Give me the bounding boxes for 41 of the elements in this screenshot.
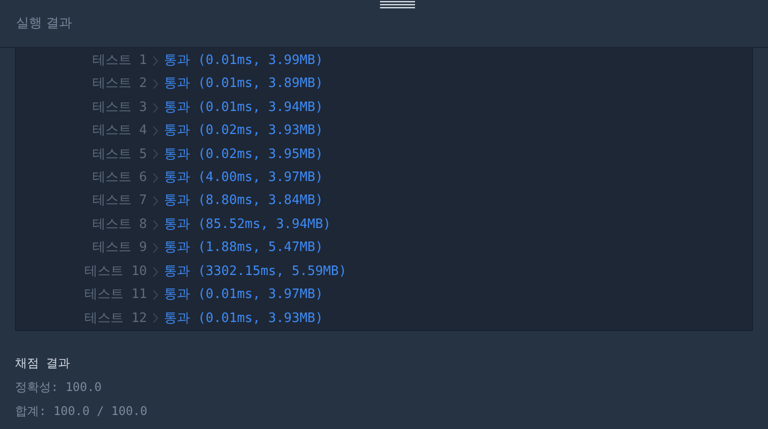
test-result: 통과 (85.52ms, 3.94MB) [164, 216, 331, 234]
test-result: 통과 (8.80ms, 3.84MB) [164, 192, 324, 210]
chevron-icon [153, 126, 158, 136]
chevron-icon [153, 196, 158, 206]
test-result: 통과 (3302.15ms, 5.59MB) [164, 262, 347, 281]
chevron-icon [153, 149, 158, 160]
test-label: 테스트 10 [84, 262, 147, 281]
test-label: 테스트 11 [84, 286, 147, 304]
chevron-icon [153, 172, 158, 183]
test-label: 테스트 2 [91, 75, 147, 94]
test-result: 통과 (0.02ms, 3.93MB) [164, 122, 324, 140]
grading-line: 합계: 100.0 / 100.0 [15, 403, 148, 420]
chevron-icon [153, 313, 158, 324]
chevron-icon [153, 79, 158, 90]
test-result: 통과 (1.88ms, 5.47MB) [164, 239, 324, 258]
test-label: 테스트 3 [91, 98, 147, 117]
test-result: 통과 (4.00ms, 3.97MB) [164, 169, 324, 188]
test-result: 통과 (0.02ms, 3.95MB) [164, 146, 324, 164]
chevron-icon [153, 102, 158, 113]
test-label: 테스트 7 [91, 192, 147, 210]
test-label: 테스트 4 [91, 122, 147, 140]
chevron-icon [153, 290, 158, 300]
drag-handle-icon[interactable] [380, 0, 415, 10]
chevron-icon [153, 220, 158, 230]
test-label: 테스트 1 [91, 52, 147, 70]
test-label: 테스트 8 [91, 216, 147, 234]
panel-title: 실행 결과 [16, 14, 72, 33]
chevron-icon [153, 243, 158, 254]
test-result: 통과 (0.01ms, 3.99MB) [164, 52, 324, 70]
test-label: 테스트 9 [91, 239, 147, 258]
test-label: 테스트 12 [84, 310, 147, 328]
test-result: 통과 (0.01ms, 3.93MB) [164, 310, 324, 328]
test-label: 테스트 6 [91, 169, 147, 188]
chevron-icon [153, 56, 158, 66]
test-result: 통과 (0.01ms, 3.97MB) [164, 286, 324, 304]
test-result: 통과 (0.01ms, 3.89MB) [164, 75, 324, 94]
grading-line: 정확성: 100.0 [15, 379, 103, 396]
test-result: 통과 (0.01ms, 3.94MB) [164, 98, 324, 117]
test-label: 테스트 5 [91, 146, 147, 164]
chevron-icon [153, 266, 158, 276]
grading-title: 채점 결과 [15, 355, 72, 372]
